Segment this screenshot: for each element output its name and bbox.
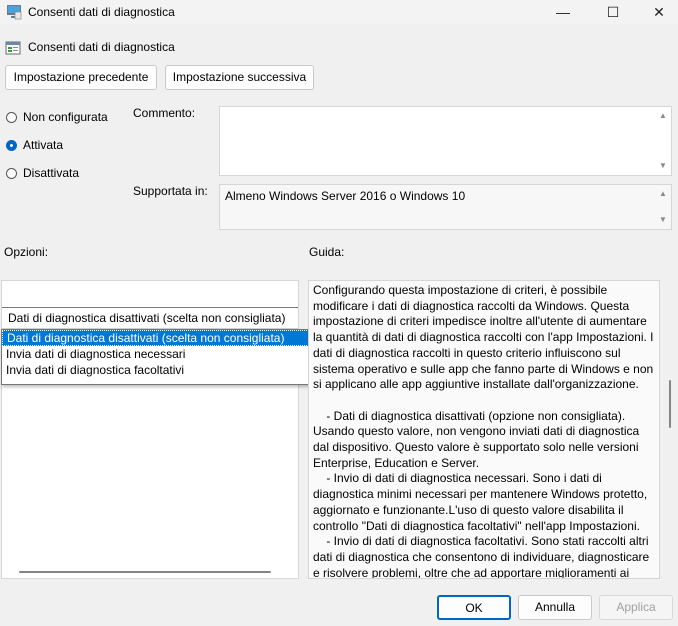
comment-field[interactable]: ▲ ▼ <box>219 106 672 176</box>
guide-text: Configurando questa impostazione di crit… <box>313 283 654 579</box>
scroll-down-icon[interactable]: ▼ <box>659 161 667 171</box>
radio-label: Disattivata <box>23 166 80 180</box>
setting-title: Consenti dati di diagnostica <box>28 40 175 54</box>
radio-label: Non configurata <box>23 110 108 124</box>
options-select-value: Dati di diagnostica disattivati (scelta … <box>8 311 286 325</box>
options-select[interactable]: Dati di diagnostica disattivati (scelta … <box>2 307 298 329</box>
horizontal-scrollbar[interactable] <box>19 571 271 573</box>
apply-button[interactable]: Applica <box>599 595 673 620</box>
guide-scrollbar[interactable] <box>664 280 676 579</box>
dropdown-option[interactable]: Dati di diagnostica disattivati (scelta … <box>2 330 315 346</box>
radio-not-configured[interactable]: Non configurata <box>6 108 108 126</box>
dropdown-option[interactable]: Invia dati di diagnostica facoltativi <box>2 362 315 378</box>
radio-disabled[interactable]: Disattivata <box>6 164 79 182</box>
maximize-button[interactable]: ☐ <box>590 0 636 24</box>
scroll-up-icon[interactable]: ▲ <box>659 111 667 121</box>
supported-value: Almeno Windows Server 2016 o Windows 10 <box>225 189 466 203</box>
scroll-down-icon[interactable]: ▼ <box>659 215 667 225</box>
supported-scrollbar[interactable]: ▲ ▼ <box>657 185 671 229</box>
guide-label: Guida: <box>309 245 345 259</box>
next-setting-button[interactable]: Impostazione successiva <box>165 65 314 90</box>
radio-enabled[interactable]: Attivata <box>6 136 63 154</box>
radio-circle[interactable] <box>6 167 17 179</box>
ok-button[interactable]: OK <box>437 595 511 620</box>
scroll-up-icon[interactable]: ▲ <box>659 189 667 199</box>
comment-scrollbar[interactable]: ▲ ▼ <box>657 107 671 175</box>
radio-circle[interactable] <box>6 111 17 123</box>
setting-icon <box>5 41 21 55</box>
options-panel: Dati di diagnostica disattivati (scelta … <box>1 280 299 579</box>
minimize-button[interactable]: — <box>540 0 586 24</box>
radio-circle-checked[interactable] <box>6 139 17 151</box>
dropdown-option[interactable]: Invia dati di diagnostica necessari <box>2 346 315 362</box>
supported-label: Supportata in: <box>133 184 208 198</box>
policy-icon <box>7 5 22 20</box>
previous-setting-button[interactable]: Impostazione precedente <box>5 65 157 90</box>
comment-label: Commento: <box>133 106 196 120</box>
close-button[interactable]: ✕ <box>636 0 678 24</box>
cancel-button[interactable]: Annulla <box>518 595 592 620</box>
radio-label: Attivata <box>23 138 64 152</box>
guide-panel: Configurando questa impostazione di crit… <box>308 280 660 579</box>
options-label: Opzioni: <box>4 245 49 259</box>
window-title: Consenti dati di diagnostica <box>28 5 175 19</box>
guide-scrollbar-thumb[interactable] <box>669 380 671 428</box>
supported-field: Almeno Windows Server 2016 o Windows 10 … <box>219 184 672 230</box>
options-dropdown-list[interactable]: Dati di diagnostica disattivati (scelta … <box>1 329 316 385</box>
